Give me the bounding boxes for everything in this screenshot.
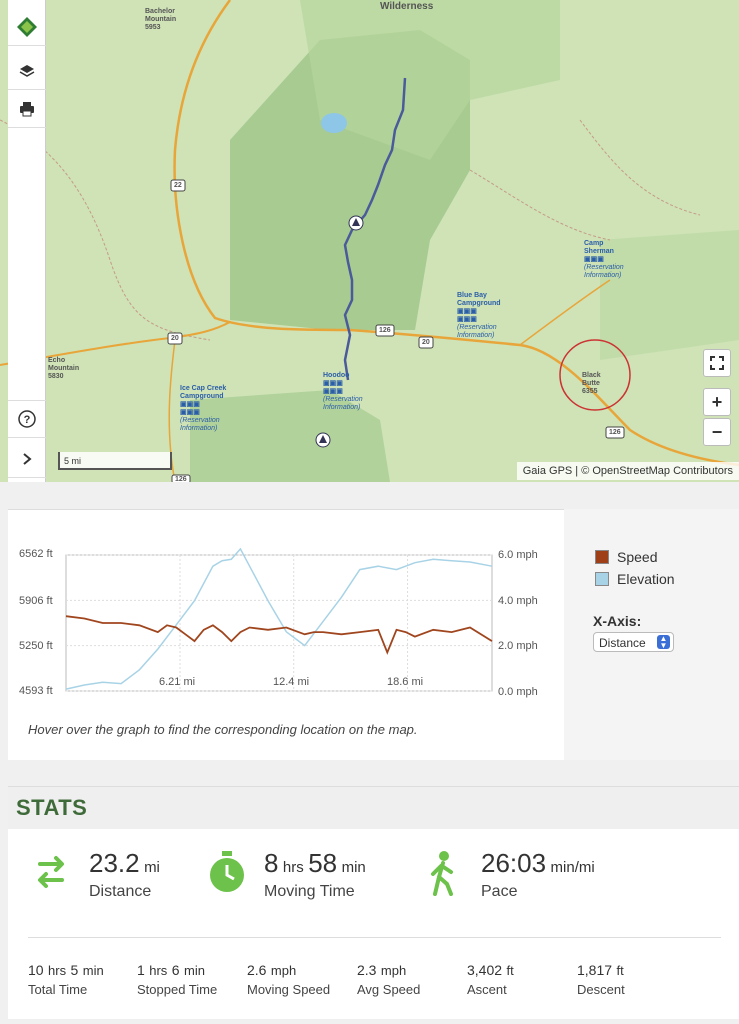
stat-moving-time: 8 hrs 58 min Moving Time [264,848,366,900]
map-label-ice-cap[interactable]: Ice Cap Creek Campground ▣▣▣ ▣▣▣ (Reservati… [180,385,230,433]
map-label-blue-bay[interactable]: Blue Bay Campground ▣▣▣ ▣▣▣ (Reservation In… [457,292,512,340]
x-tick: 12.4 mi [273,676,310,688]
xaxis-select-label: X-Axis: [593,613,642,629]
hiker-icon [431,851,453,896]
map-label-camp-sherman[interactable]: Camp Sherman ▣▣▣ (Reservation Information) [584,240,629,280]
y-right-tick: 4.0 mph [498,595,538,607]
xaxis-select[interactable]: Distance ▲ ▼ [593,632,674,652]
hwy-20-label: 20 [171,335,179,342]
layers-button[interactable] [8,52,46,90]
gaia-logo-button[interactable] [8,8,46,46]
hwy-22-label: 22 [174,182,182,189]
expand-panel-button[interactable] [8,440,46,478]
select-arrows-icon: ▲ ▼ [657,635,670,650]
stat-moving-speed: 2.6 mph Moving Speed [247,962,331,997]
stat-avg-speed: 2.3 mph Avg Speed [357,962,421,997]
stats-title: STATS [16,795,88,820]
print-button[interactable] [8,90,46,128]
map-view[interactable]: Wilderness Bachelor Mountain 5953 Echo Mo… [0,0,739,482]
map-label-wilderness: Wilderness [380,1,434,12]
layers-icon [19,64,35,77]
hwy-126-label: 126 [175,476,187,482]
svg-text:?: ? [24,414,31,426]
zoom-out-button[interactable]: − [703,418,731,446]
x-tick: 18.6 mi [387,676,424,688]
stats-divider [28,937,721,938]
stopwatch-icon [210,851,244,892]
legend-elevation[interactable]: Elevation [595,571,675,587]
x-tick: 6.21 mi [159,676,196,688]
gaia-logo-icon [17,16,37,37]
hwy-126-label: 126 [609,429,621,436]
y-left-tick: 4593 ft [19,685,53,697]
y-right-tick: 6.0 mph [498,549,538,561]
legend-speed[interactable]: Speed [595,549,657,565]
map-attribution[interactable]: Gaia GPS | © OpenStreetMap Contributors [516,462,739,480]
stat-total-time: 10 hrs 5 min Total Time [28,962,104,997]
y-right-tick: 2.0 mph [498,640,538,652]
stat-descent: 1,817 ft Descent [577,962,625,997]
y-left-tick: 5250 ft [19,640,53,652]
fullscreen-icon [710,356,724,370]
legend-swatch-speed [595,550,609,564]
fullscreen-button[interactable] [703,349,731,377]
stats-header: STATS [8,787,739,829]
hwy-126-label: 126 [379,327,391,334]
map-label-black-butte: Black Butte 6355 [582,372,601,395]
y-right-tick: 0.0 mph [498,686,538,698]
help-icon: ? [18,410,36,428]
stat-distance: 23.2 mi Distance [89,848,160,900]
hwy-20-label: 20 [422,339,430,346]
map-label-echo-mountain: Echo Mountain 5830 [48,357,80,380]
stat-ascent: 3,402 ft Ascent [467,962,514,997]
print-icon [20,101,34,116]
chevron-right-icon [23,452,32,465]
map-label-bachelor-mountain: Bachelor Mountain 5953 [145,8,177,31]
map-scale: 5 mi [58,452,172,470]
stat-pace: 26:03 min/mi Pace [481,848,595,900]
y-left-tick: 5906 ft [19,595,53,607]
legend-swatch-elevation [595,572,609,586]
y-left-tick: 6562 ft [19,548,53,560]
map-label-hoodoo[interactable]: Hoodoo ▣▣▣ ▣▣▣ (Reservation Information) [323,372,368,412]
chart-hint: Hover over the graph to find the corresp… [28,722,418,737]
stat-stopped-time: 1 hrs 6 min Stopped Time [137,962,218,997]
map-toolbar: ? [8,0,46,482]
loop-arrows-icon [38,856,64,888]
help-button[interactable]: ? [8,400,46,438]
zoom-in-button[interactable]: + [703,388,731,416]
